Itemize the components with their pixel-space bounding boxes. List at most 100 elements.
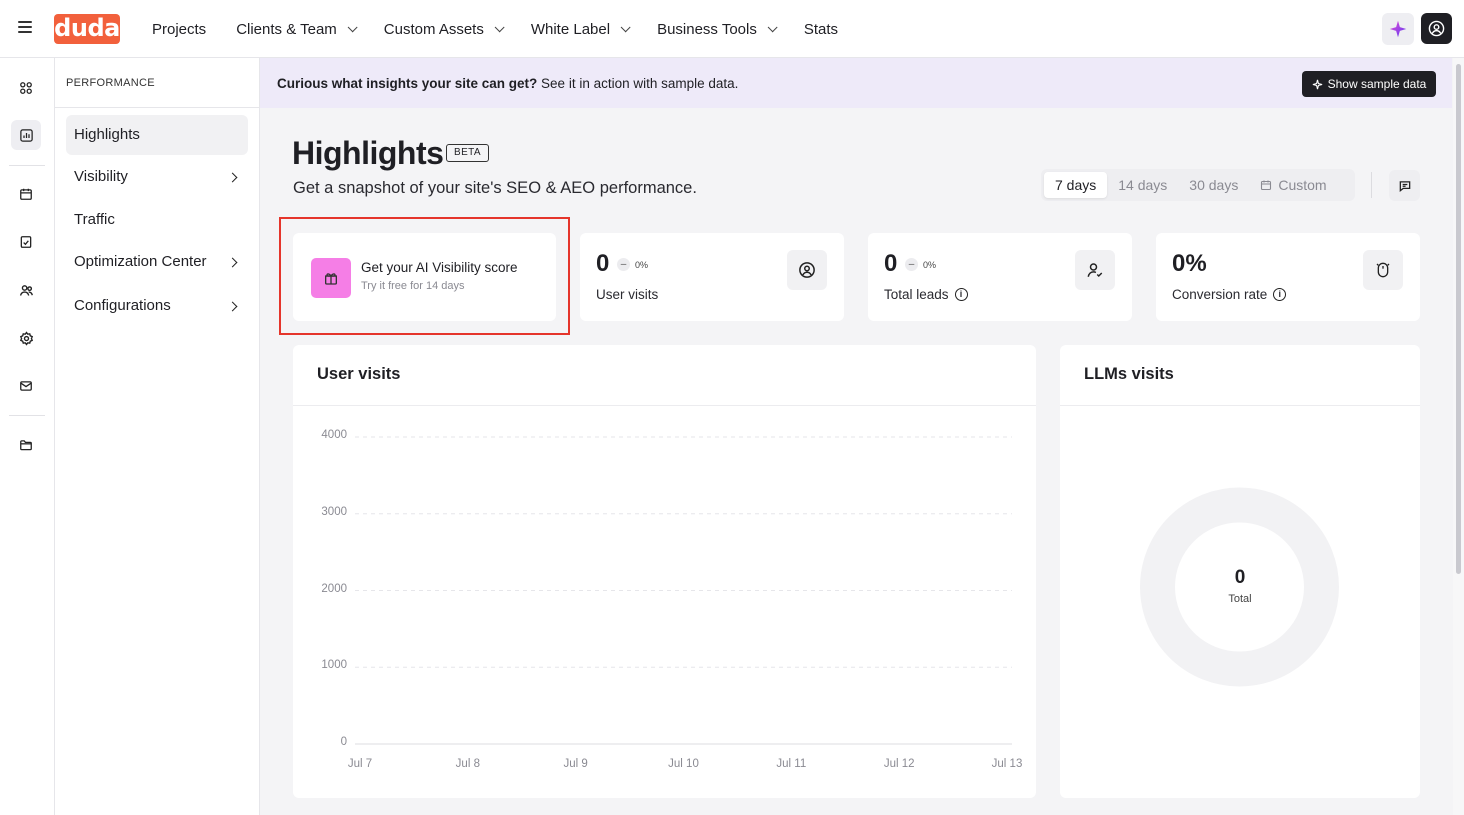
nav-item-label: Business Tools	[657, 20, 757, 38]
range-option-custom[interactable]: Custom	[1249, 172, 1337, 198]
nav-item-label: Custom Assets	[383, 20, 484, 38]
account-button[interactable]	[1421, 13, 1452, 44]
nav-item-projects[interactable]: Projects	[152, 21, 206, 38]
x-tick-label: Jul 12	[883, 758, 915, 770]
sparkle-icon	[1312, 79, 1322, 89]
nav-item-custom-assets[interactable]: Custom Assets	[383, 20, 505, 38]
nav-item-label: Clients & Team	[236, 20, 337, 38]
main-nav: Projects Clients & Team Custom Assets White…	[152, 0, 868, 58]
metric-value: 0%	[1172, 250, 1207, 277]
analytics-icon[interactable]	[11, 120, 41, 150]
info-icon[interactable]: i	[954, 288, 968, 301]
nav-item-stats[interactable]: Stats	[804, 21, 838, 38]
scrollbar[interactable]	[1453, 58, 1464, 815]
sidebar-item-configurations[interactable]: Configurations	[66, 286, 248, 326]
sidebar-item-label: Traffic	[74, 211, 115, 228]
metric-card-total-leads: 0 –0% Total leads i	[868, 233, 1132, 321]
checklist-icon[interactable]	[11, 227, 41, 257]
sidebar-item-label: Highlights	[74, 126, 140, 143]
folder-icon[interactable]	[11, 430, 41, 460]
user-circle-icon	[787, 250, 827, 290]
nav-item-label: White Label	[530, 20, 611, 38]
duda-logo[interactable]: duda	[54, 14, 120, 44]
feedback-button[interactable]	[1389, 170, 1420, 201]
range-option-30-days[interactable]: 30 days	[1178, 172, 1249, 198]
user-circle-icon	[1428, 20, 1445, 37]
x-tick-label: Jul 7	[347, 758, 373, 770]
range-option-label: 14 days	[1118, 177, 1168, 193]
x-tick-label: Jul 13	[991, 758, 1023, 770]
sidebar-item-traffic[interactable]: Traffic	[66, 200, 248, 240]
info-icon[interactable]: i	[1273, 288, 1287, 301]
nav-item-label: Projects	[152, 20, 207, 38]
top-navigation-bar: duda Projects Clients & Team Custom Assets…	[0, 0, 1464, 58]
y-tick-label: 2000	[321, 582, 347, 595]
y-tick-label: 0	[340, 736, 347, 748]
range-option-label: 7 days	[1055, 177, 1097, 193]
page-subtitle: Get a snapshot of your site's SEO & AEO …	[293, 179, 697, 197]
chevron-down-icon	[347, 21, 358, 32]
metric-label: Conversion rate i	[1172, 287, 1287, 302]
mail-icon[interactable]	[11, 371, 41, 401]
chevron-down-icon	[767, 21, 778, 32]
chevron-right-icon	[227, 172, 238, 182]
page-title: Highlights	[292, 135, 444, 171]
sidebar-item-label: Optimization Center	[74, 253, 207, 270]
metric-label: User visits	[596, 287, 659, 302]
range-option-label: 30 days	[1189, 177, 1239, 193]
beta-badge: BETA	[446, 144, 489, 162]
sidebar-item-label: Configurations	[74, 297, 171, 314]
ai-assistant-button[interactable]	[1382, 13, 1414, 45]
y-tick-label: 3000	[321, 505, 347, 518]
menu-icon[interactable]	[18, 21, 32, 35]
show-sample-data-button[interactable]: Show sample data	[1302, 71, 1436, 97]
sidebar-item-highlights[interactable]: Highlights	[66, 115, 248, 155]
nav-item-white-label[interactable]: White Label	[530, 20, 631, 38]
users-icon[interactable]	[11, 275, 41, 305]
chevron-down-icon	[620, 21, 631, 32]
metric-trend: –0%	[617, 258, 648, 271]
date-range-selector: 7 days 14 days 30 days Custom	[1041, 169, 1355, 201]
nav-item-clients-team[interactable]: Clients & Team	[236, 20, 358, 38]
metric-card-user-visits: 0 –0% User visits	[580, 233, 844, 321]
x-tick-label: Jul 8	[455, 758, 480, 770]
mouse-icon	[1363, 250, 1403, 290]
icon-rail	[0, 58, 55, 815]
user-check-icon	[1075, 250, 1115, 290]
settings-icon[interactable]	[11, 323, 41, 353]
range-option-7-days[interactable]: 7 days	[1044, 172, 1108, 198]
y-tick-label: 4000	[321, 429, 347, 441]
apps-icon[interactable]	[11, 73, 41, 103]
metric-label: Total leads i	[884, 287, 968, 302]
x-tick-label: Jul 11	[776, 758, 807, 770]
x-tick-label: Jul 9	[563, 758, 588, 770]
donut-total-value: 0	[1234, 567, 1246, 588]
range-option-label: Custom	[1278, 177, 1327, 193]
chat-icon	[1399, 180, 1410, 192]
y-tick-label: 1000	[321, 659, 347, 672]
calendar-icon[interactable]	[11, 179, 41, 209]
range-option-14-days[interactable]: 14 days	[1107, 172, 1178, 198]
user-visits-chart	[355, 436, 1012, 745]
chevron-right-icon	[227, 257, 238, 267]
sidebar-item-visibility[interactable]: Visibility	[66, 157, 248, 197]
nav-item-label: Stats	[803, 20, 839, 38]
banner-text: Curious what insights your site can get?…	[277, 75, 739, 91]
sample-data-banner: Curious what insights your site can get?…	[260, 58, 1452, 108]
metric-trend: –0%	[905, 258, 936, 271]
metric-value: 0	[596, 250, 610, 277]
performance-sidebar: PERFORMANCE Highlights Visibility Traffic O…	[55, 58, 260, 815]
sidebar-item-optimization-center[interactable]: Optimization Center	[66, 242, 248, 282]
chevron-right-icon	[227, 301, 238, 311]
donut-total-label: Total	[1228, 593, 1252, 605]
user-visits-panel: User visits	[293, 345, 1036, 798]
highlight-annotation-box	[279, 217, 570, 335]
sidebar-heading: PERFORMANCE	[66, 77, 155, 89]
sparkle-icon	[1389, 20, 1407, 38]
calendar-icon	[1261, 180, 1272, 191]
x-tick-label: Jul 10	[668, 758, 699, 770]
chevron-down-icon	[494, 21, 505, 32]
metric-value: 0	[884, 250, 898, 277]
nav-item-business-tools[interactable]: Business Tools	[657, 20, 778, 38]
metric-card-conversion-rate: 0% Conversion rate i	[1156, 233, 1420, 321]
